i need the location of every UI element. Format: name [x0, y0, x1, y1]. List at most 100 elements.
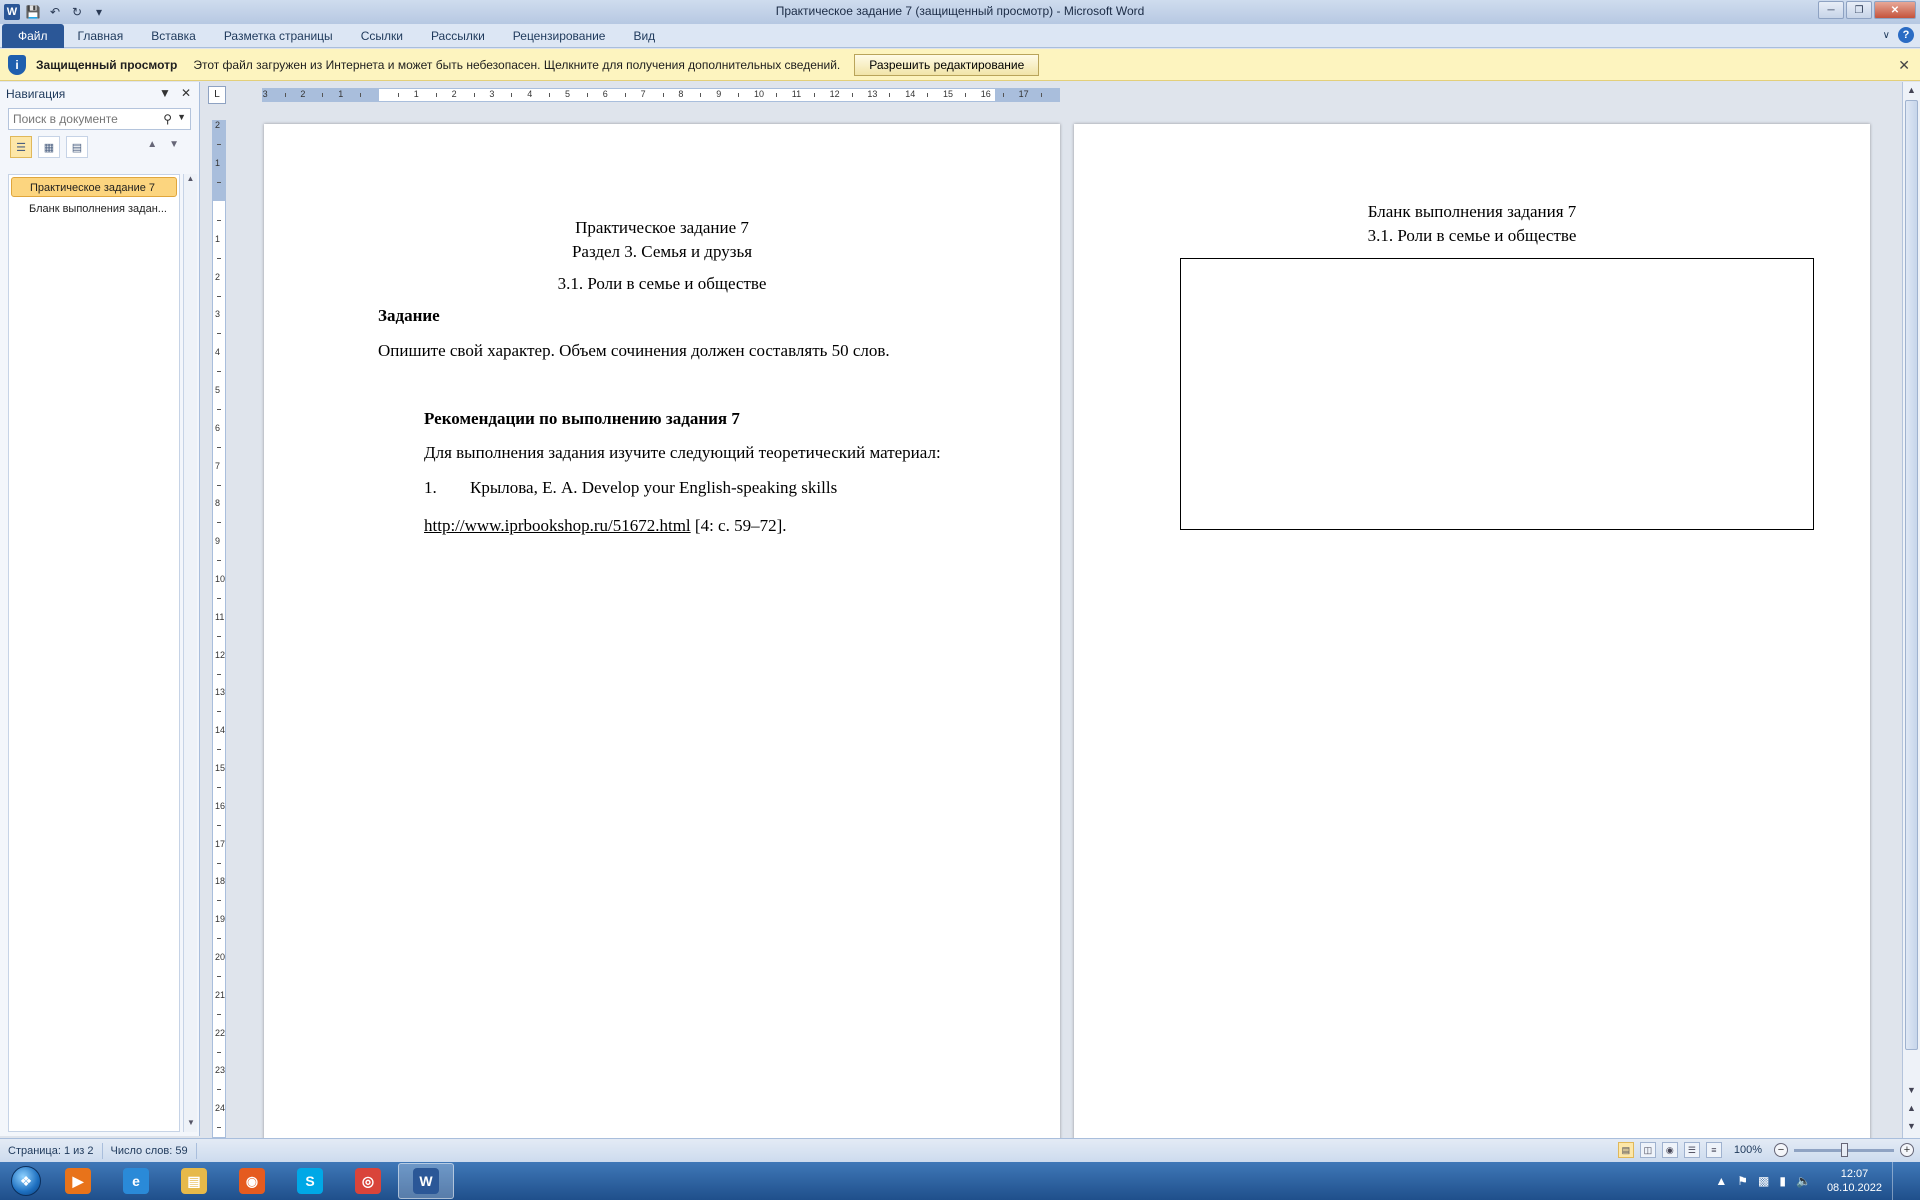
ribbon-tabs: Файл Главная Вставка Разметка страницы С…	[0, 23, 1920, 48]
scrollbar-thumb[interactable]	[1905, 100, 1918, 1050]
zoom-level[interactable]: 100%	[1734, 1144, 1762, 1156]
page-title: Бланк выполнения задания 7	[1367, 202, 1577, 221]
full-screen-reading-icon[interactable]: ◫	[1639, 1142, 1656, 1158]
nav-previous-icon[interactable]: ▲	[147, 139, 157, 150]
page-count[interactable]: Страница: 1 из 2	[0, 1142, 103, 1159]
scroll-up-icon[interactable]: ▲	[184, 174, 197, 188]
minimize-icon[interactable]: ─	[1818, 1, 1844, 19]
start-button[interactable]: ❖	[4, 1162, 48, 1200]
tab-selector[interactable]: L	[208, 86, 226, 104]
scroll-down-icon[interactable]: ▼	[184, 1118, 198, 1132]
taskbar-app[interactable]: ▶	[50, 1163, 106, 1199]
search-dropdown-icon[interactable]: ▼	[177, 112, 186, 122]
internet-explorer-icon: e	[123, 1168, 149, 1194]
nav-options-icon[interactable]: ▼	[159, 86, 171, 100]
results-view-icon[interactable]: ▤	[66, 136, 88, 158]
answer-box[interactable]	[1180, 258, 1814, 530]
print-layout-icon[interactable]: ▤	[1617, 1142, 1634, 1158]
word-logo-icon[interactable]: W	[4, 4, 20, 20]
nav-scrollbar[interactable]: ▲ ▼	[183, 174, 197, 1132]
tab-insert[interactable]: Вставка	[137, 24, 210, 48]
ruler-number: 11	[215, 611, 225, 622]
ruler-number: 2	[215, 271, 221, 282]
help-icon[interactable]: ?	[1898, 27, 1914, 43]
protected-view-title: Защищенный просмотр	[36, 57, 178, 72]
ruler-tick	[435, 93, 437, 97]
zoom-slider[interactable]	[1794, 1142, 1894, 1157]
ruler-tick	[775, 93, 777, 97]
clock[interactable]: 12:07 08.10.2022	[1827, 1167, 1882, 1195]
undo-icon[interactable]: ↶	[46, 3, 64, 21]
tab-references[interactable]: Ссылки	[347, 24, 417, 48]
tab-mailings[interactable]: Рассылки	[417, 24, 499, 48]
vertical-ruler[interactable]: 2 1 1 2 3 4 5 6 7 8 9 10 11 12 13 14 15 16 17 18 19 20 21 22 23 2…	[212, 120, 226, 1138]
ruler-number: 3	[489, 89, 495, 99]
nav-item-blank[interactable]: Бланк выполнения задан...	[11, 199, 177, 219]
search-icon[interactable]: ⚲	[163, 112, 172, 126]
page-1[interactable]: Практическое задание 7 Раздел 3. Семья и…	[264, 124, 1060, 1138]
zoom-in-icon[interactable]: +	[1900, 1143, 1914, 1157]
restore-icon[interactable]: ❐	[1846, 1, 1872, 19]
close-icon[interactable]: ✕	[1874, 1, 1916, 19]
taskbar-app[interactable]: W	[398, 1163, 454, 1199]
tab-file[interactable]: Файл	[2, 23, 64, 48]
zoom-slider-thumb[interactable]	[1840, 1142, 1848, 1157]
tab-review[interactable]: Рецензирование	[499, 24, 620, 48]
signal-icon[interactable]: ▮	[1779, 1174, 1786, 1188]
outline-icon[interactable]: ☰	[1683, 1142, 1700, 1158]
page-2[interactable]: Бланк выполнения задания 7 3.1. Роли в с…	[1074, 124, 1870, 1138]
tab-view[interactable]: Вид	[619, 24, 669, 48]
ruler-number: 18	[215, 876, 226, 887]
headings-view-icon[interactable]: ☰	[10, 136, 32, 158]
taskbar-app[interactable]: ◉	[224, 1163, 280, 1199]
taskbar-app[interactable]: e	[108, 1163, 164, 1199]
nav-next-icon[interactable]: ▼	[169, 139, 179, 150]
web-layout-icon[interactable]: ◉	[1661, 1142, 1678, 1158]
pages-view-icon[interactable]: ▦	[38, 136, 60, 158]
search-input[interactable]	[9, 110, 159, 128]
ruler-number: 6	[602, 89, 608, 99]
zoom-out-icon[interactable]: −	[1774, 1143, 1788, 1157]
protected-view-message[interactable]: Этот файл загружен из Интернета и может …	[193, 58, 840, 72]
show-desktop-button[interactable]	[1892, 1162, 1904, 1200]
show-hidden-icons-icon[interactable]: ▲	[1715, 1174, 1727, 1188]
nav-title: Навигация	[6, 87, 66, 101]
shield-icon: i	[8, 54, 26, 75]
tab-home[interactable]: Главная	[64, 24, 138, 48]
nav-item-task7[interactable]: Практическое задание 7	[11, 177, 177, 197]
previous-page-icon[interactable]: ▲	[1903, 1100, 1920, 1116]
nav-close-icon[interactable]: ✕	[181, 86, 191, 100]
draft-icon[interactable]: ≡	[1705, 1142, 1722, 1158]
clock-date: 08.10.2022	[1826, 1182, 1882, 1194]
network-icon[interactable]: ▩	[1758, 1174, 1769, 1188]
next-page-icon[interactable]: ▼	[1903, 1118, 1920, 1134]
taskbar-app[interactable]: ◎	[340, 1163, 396, 1199]
taskbar-app[interactable]: S	[282, 1163, 338, 1199]
reference-link[interactable]: http://www.iprbookshop.ru/51672.html	[424, 516, 691, 535]
volume-icon[interactable]: 🔈	[1796, 1174, 1811, 1188]
ruler-number: 10	[754, 89, 765, 99]
taskbar-app[interactable]: ▤	[166, 1163, 222, 1199]
ribbon-minimize-icon[interactable]: ∨	[1883, 30, 1890, 41]
close-bar-icon[interactable]: ✕	[1898, 57, 1910, 74]
action-center-icon[interactable]: ⚑	[1737, 1174, 1748, 1188]
vertical-scrollbar[interactable]: ▲ ▼ ▲ ▼	[1902, 82, 1920, 1138]
scroll-up-icon[interactable]: ▲	[1903, 82, 1920, 98]
ruler-number: 20	[215, 952, 226, 962]
enable-editing-button[interactable]: Разрешить редактирование	[854, 53, 1040, 76]
clock-time: 12:07	[1840, 1168, 1869, 1180]
horizontal-ruler[interactable]: 3 2 1 1 2 3 4 5 6 7 8 9 10 11 12 13 14 15 16 17	[262, 88, 1060, 102]
customize-icon[interactable]: ▾	[90, 3, 108, 21]
ruler-tick	[1040, 93, 1042, 97]
ruler-tick	[217, 333, 221, 335]
word-count[interactable]: Число слов: 59	[103, 1142, 197, 1159]
ruler-tick	[217, 560, 221, 562]
ruler-tick	[738, 93, 740, 97]
ruler-tick	[322, 93, 324, 97]
save-icon[interactable]: 💾	[24, 3, 42, 21]
file-explorer-icon: ▤	[181, 1168, 207, 1194]
redo-icon[interactable]: ↻	[68, 3, 86, 21]
scroll-down-icon[interactable]: ▼	[1903, 1082, 1920, 1098]
ruler-tick	[927, 93, 929, 97]
tab-page-layout[interactable]: Разметка страницы	[210, 24, 347, 48]
